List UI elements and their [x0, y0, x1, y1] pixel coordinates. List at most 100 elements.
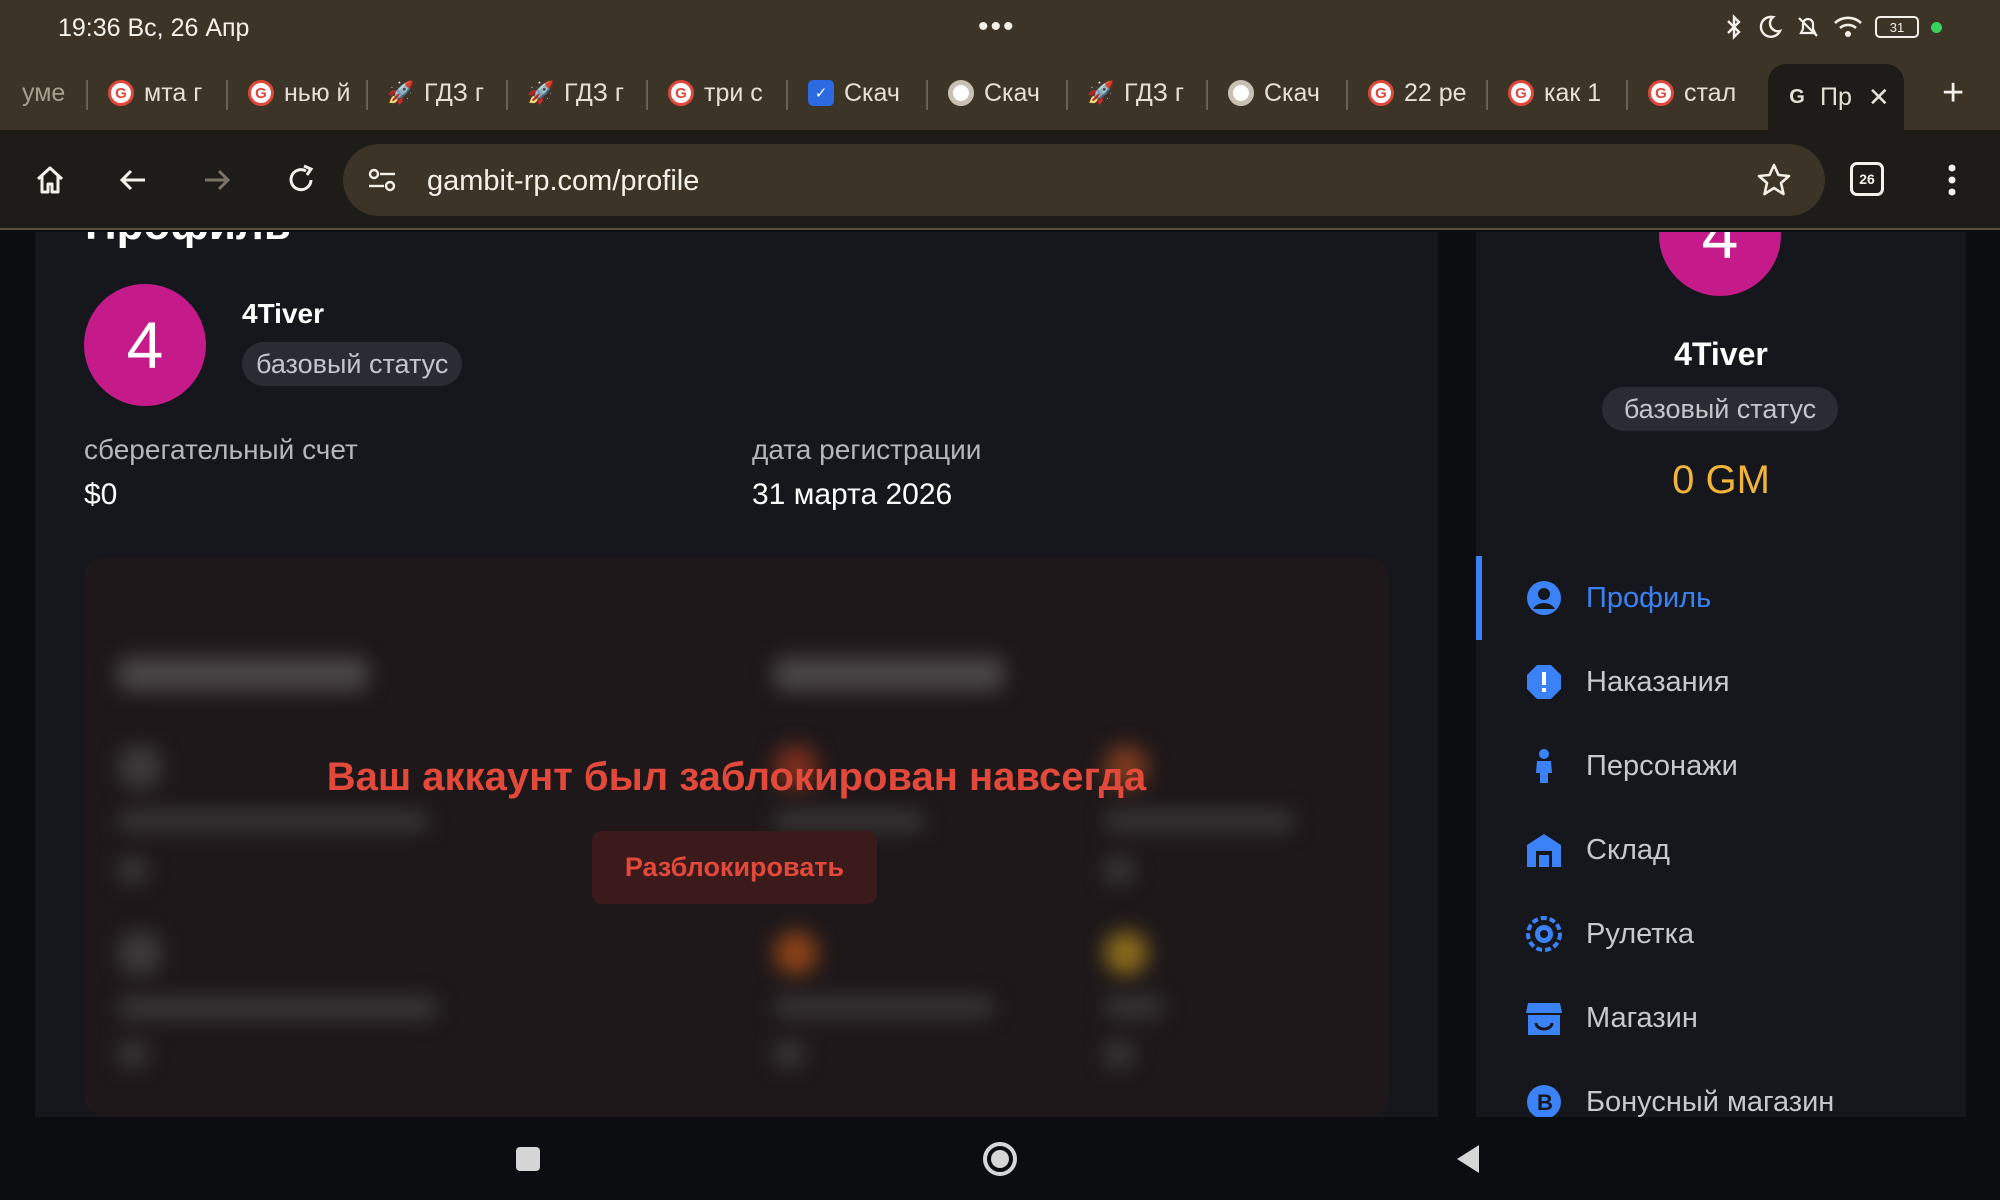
tab-9[interactable]: Скач: [1212, 70, 1342, 116]
new-tab-button[interactable]: +: [1942, 72, 1964, 115]
sidebar-item-label: Персонажи: [1586, 749, 1738, 782]
google-icon: G: [1508, 80, 1534, 106]
tab-12[interactable]: G стал: [1632, 70, 1762, 116]
tab-label: уме: [22, 78, 66, 107]
battery-indicator: 31: [1875, 16, 1919, 38]
sidebar-item-label: Рулетка: [1586, 917, 1695, 950]
sidebar-item-characters[interactable]: Персонажи: [1524, 736, 1738, 796]
active-menu-indicator: [1476, 556, 1482, 640]
bluetooth-icon: [1727, 14, 1741, 40]
bookmark-star-icon[interactable]: [1756, 162, 1792, 198]
site-settings-icon[interactable]: [367, 166, 397, 194]
status-bar: 19:36 Вс, 26 Апр ••• 31: [0, 0, 2000, 58]
reload-icon[interactable]: [281, 160, 321, 200]
alert-octagon-icon: [1524, 662, 1564, 702]
google-icon: G: [248, 80, 274, 106]
tab-7[interactable]: Скач: [932, 70, 1062, 116]
home-button[interactable]: [978, 1137, 1022, 1181]
tab-divider: [646, 80, 648, 110]
tab-switcher-button[interactable]: 26: [1850, 162, 1884, 196]
status-icons: 31: [1723, 14, 1942, 40]
sidebar-item-bonus-shop[interactable]: B Бонусный магазин: [1524, 1072, 1834, 1117]
tab-divider: [926, 80, 928, 110]
sidebar-item-label: Бонусный магазин: [1586, 1085, 1835, 1118]
person-icon: [1524, 746, 1564, 786]
sidebar-item-roulette[interactable]: Рулетка: [1524, 904, 1694, 964]
page-title: Профиль: [85, 232, 291, 250]
back-button[interactable]: [1446, 1137, 1490, 1181]
google-icon: G: [1648, 80, 1674, 106]
username: 4Tiver: [242, 298, 324, 329]
rocket-icon: 🚀: [527, 80, 555, 105]
tab-label: Скач: [844, 78, 900, 107]
tab-divider: [1626, 80, 1628, 110]
forward-arrow-icon[interactable]: [197, 160, 237, 200]
registration-label: дата регистрации: [752, 434, 982, 465]
blocked-content-panel: Ваш аккаунт был заблокирован навсегда Ра…: [84, 557, 1389, 1117]
tab-divider: [786, 80, 788, 110]
google-icon: G: [108, 80, 134, 106]
wifi-icon: [1834, 16, 1862, 37]
bell-off-icon: [1798, 17, 1818, 37]
sidebar-status-badge: базовый статус: [1602, 387, 1838, 431]
tab-divider: [506, 80, 508, 110]
browser-toolbar: gambit-rp.com/profile 26: [0, 130, 2000, 230]
url-text[interactable]: gambit-rp.com/profile: [427, 165, 699, 198]
recents-button[interactable]: [506, 1137, 550, 1181]
tab-divider: [366, 80, 368, 110]
tab-label: Пр: [1820, 82, 1852, 111]
privacy-dot: [1931, 21, 1942, 33]
sidebar: 4 4Tiver базовый статус 0 GM Профиль Нак…: [1476, 232, 1966, 1117]
status-badge: базовый статус: [242, 342, 463, 386]
savings-value: $0: [84, 478, 118, 511]
sidebar-avatar: 4: [1659, 232, 1781, 296]
sidebar-item-label: Профиль: [1586, 581, 1712, 614]
tab-1[interactable]: G мта г: [92, 70, 222, 116]
sidebar-item-punishments[interactable]: Наказания: [1524, 652, 1730, 712]
warehouse-icon: [1524, 830, 1564, 870]
tab-divider: [86, 80, 88, 110]
address-bar[interactable]: gambit-rp.com/profile: [343, 144, 1825, 216]
tab-label: 22 ре: [1404, 78, 1467, 107]
tab-6[interactable]: ✓ Скач: [792, 70, 922, 116]
sidebar-item-shop[interactable]: Магазин: [1524, 988, 1698, 1048]
sidebar-item-profile[interactable]: Профиль: [1524, 568, 1711, 628]
tab-label: стал: [1684, 78, 1737, 107]
tab-label: нью й: [284, 78, 351, 107]
profile-card: Профиль 4 4Tiver базовый статус сберегат…: [35, 232, 1438, 1117]
unban-button[interactable]: Разблокировать: [592, 831, 877, 904]
tab-active[interactable]: G Пр ✕: [1768, 64, 1904, 130]
tab-label: как 1: [1544, 78, 1602, 107]
chrome-icon: [948, 80, 974, 106]
tab-divider: [1486, 80, 1488, 110]
status-time: 19:36 Вс, 26 Апр: [58, 14, 250, 42]
back-arrow-icon[interactable]: [113, 160, 153, 200]
check-icon: ✓: [808, 80, 834, 106]
home-icon[interactable]: [30, 160, 70, 200]
tab-0[interactable]: уме: [10, 70, 80, 116]
tab-divider: [226, 80, 228, 110]
ban-message: Ваш аккаунт был заблокирован навсегда: [326, 755, 1147, 799]
tab-label: Скач: [1264, 78, 1320, 107]
tab-11[interactable]: G как 1: [1492, 70, 1622, 116]
sidebar-item-warehouse[interactable]: Склад: [1524, 820, 1670, 880]
screen: 19:36 Вс, 26 Апр ••• 31 уме G мта г G нь…: [0, 0, 2000, 1200]
tab-label: три с: [704, 78, 763, 107]
tab-8[interactable]: 🚀 ГДЗ г: [1072, 70, 1202, 116]
tab-label: ГДЗ г: [564, 78, 624, 107]
google-icon: G: [1368, 80, 1394, 106]
triangle-back-icon: [1457, 1145, 1479, 1173]
tab-strip: уме G мта г G нью й 🚀 ГДЗ г 🚀 ГДЗ г G тр…: [0, 58, 2000, 130]
moon-icon: [1759, 15, 1783, 38]
more-vert-icon[interactable]: [1932, 160, 1972, 200]
tab-3[interactable]: 🚀 ГДЗ г: [372, 70, 502, 116]
tab-4[interactable]: 🚀 ГДЗ г: [512, 70, 642, 116]
savings-label: сберегательный счет: [84, 434, 358, 465]
sidebar-balance: 0 GM: [1672, 458, 1770, 502]
tab-5[interactable]: G три с: [652, 70, 782, 116]
sidebar-item-label: Наказания: [1586, 665, 1730, 698]
tab-10[interactable]: G 22 ре: [1352, 70, 1482, 116]
square-icon: [516, 1147, 540, 1171]
tab-2[interactable]: G нью й: [232, 70, 362, 116]
close-tab-icon[interactable]: ✕: [1868, 82, 1890, 113]
